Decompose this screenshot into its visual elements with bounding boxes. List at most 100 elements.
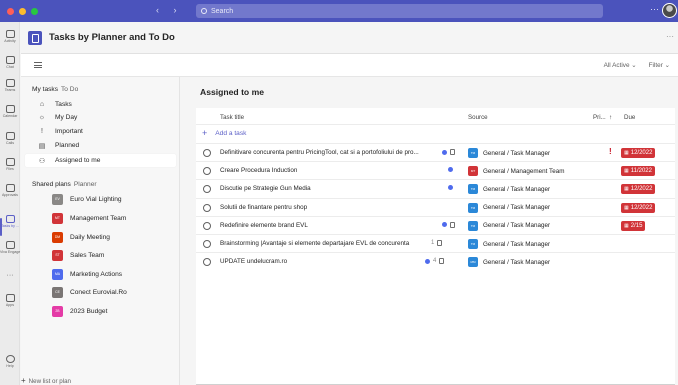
minimize-window-button[interactable] [19, 7, 26, 15]
task-title[interactable]: Brainstorming |Avantaje si elemente depa… [220, 240, 435, 247]
source-label: General / Management Team [483, 167, 565, 175]
task-title[interactable]: Solutii de finantare pentru shop [220, 204, 435, 211]
table-row[interactable]: Definitivare concurenta pentru PricingTo… [196, 143, 675, 161]
rail-item-phone[interactable]: Calls [0, 132, 20, 145]
rail-item-more-apps[interactable]: ··· [0, 272, 20, 279]
plus-icon: + [21, 376, 26, 385]
filter-dropdown[interactable]: Filter ⌄ [649, 61, 670, 69]
all-active-dropdown[interactable]: All Active ⌄ [604, 61, 637, 69]
table-row[interactable]: Redefinire elemente brand EVL TM General /… [196, 215, 675, 234]
due-date-text: 12/2022 [630, 204, 653, 211]
calendar-icon: ▦ [624, 222, 629, 229]
sort-arrow-icon[interactable]: ↑ [609, 114, 612, 121]
complete-task-checkbox[interactable] [203, 240, 211, 248]
plus-icon: + [202, 128, 208, 138]
plan-item-sales-team[interactable]: ST Sales Team [25, 247, 176, 263]
column-due[interactable]: Due [624, 114, 635, 121]
task-source[interactable]: TM General / Task Manager [468, 148, 550, 158]
plan-item-marketing-actions[interactable]: MA Marketing Actions [25, 266, 176, 282]
complete-task-checkbox[interactable] [203, 221, 211, 230]
plan-item-daily-meeting[interactable]: DM Daily Meeting [25, 229, 176, 245]
rail-item-teams[interactable]: Teams [0, 79, 20, 92]
side-item-assigned-to-me[interactable]: ⚇ Assigned to me [25, 154, 176, 167]
plan-tile-icon: 2B [52, 305, 63, 317]
side-item-tasks[interactable]: ⌂ Tasks [25, 98, 176, 111]
table-row[interactable]: Brainstorming |Avantaje si elemente depa… [196, 234, 675, 252]
table-row[interactable]: Discutie pe Strategie Gun Media TM General… [196, 179, 675, 197]
complete-task-checkbox[interactable] [203, 149, 211, 157]
due-date-badge: ▦ 2/15 [621, 220, 646, 231]
task-source[interactable]: MT General / Management Team [468, 166, 565, 177]
task-source[interactable]: TM General / Task Manager [468, 202, 551, 213]
source-label: General / Task Manager [483, 240, 551, 248]
add-task-button[interactable]: + Add a task [202, 128, 246, 138]
column-source[interactable]: Source [468, 114, 488, 121]
rail-item-tasks[interactable]: Tasks by ... [0, 215, 20, 228]
task-title[interactable]: Redefinire elemente brand EVL [220, 222, 435, 229]
task-title[interactable]: Discutie pe Strategie Gun Media [220, 185, 435, 192]
back-forward-icon[interactable]: ‹ › [156, 5, 183, 15]
more-icon[interactable]: ··· [666, 32, 674, 41]
side-item-label: My Day [55, 114, 78, 121]
side-item-my-day[interactable]: ☼ My Day [25, 111, 176, 124]
toolbar: All Active ⌄ Filter ⌄ [21, 54, 678, 77]
complete-task-checkbox[interactable] [203, 203, 211, 212]
plan-label: Daily Meeting [70, 233, 110, 241]
table-row[interactable]: Creare Procedura Induction MT General / Ma… [196, 161, 675, 179]
rail-item-help[interactable]: Help [0, 355, 20, 368]
task-source[interactable]: TM General / Task Manager [468, 239, 550, 249]
rail-item-chat[interactable]: Chat [0, 56, 20, 69]
bell-icon [5, 30, 15, 38]
task-title[interactable]: Definitivare concurenta pentru PricingTo… [220, 149, 435, 156]
chat-icon [5, 56, 15, 64]
side-item-important[interactable]: ! Important [25, 125, 176, 138]
rail-item-file[interactable]: Files [0, 158, 20, 171]
plan-item-conect-eurovial-ro[interactable]: CE Conect Eurovial.Ro [25, 284, 176, 300]
task-source[interactable]: TM General / Task Manager [468, 184, 550, 195]
plan-tile-icon: TM [468, 184, 478, 195]
plan-item-2023-budget[interactable]: 2B 2023 Budget [25, 303, 176, 319]
table-row[interactable]: UPDATE undelucram.ro 4 MM General / Task Ma… [196, 252, 675, 270]
menu-toggle-icon[interactable] [34, 62, 42, 68]
rail-item-viva-engage[interactable]: Viva Engage [0, 241, 20, 254]
plan-item-management-team[interactable]: MT Management Team [25, 210, 176, 226]
important-icon: ! [41, 128, 43, 135]
close-window-button[interactable] [7, 7, 14, 15]
table-row[interactable]: Solutii de finantare pentru shop TM Genera… [196, 197, 675, 216]
column-task-title[interactable]: Task title [220, 114, 244, 121]
main-content: Assigned to me Task title Source Pri... … [181, 77, 678, 385]
task-title[interactable]: Creare Procedura Induction [220, 167, 435, 174]
search-icon [201, 8, 207, 14]
side-item-label: Assigned to me [55, 157, 101, 164]
complete-task-checkbox[interactable] [203, 185, 211, 194]
search-input[interactable]: Search [196, 4, 603, 18]
side-item-planned[interactable]: ▤ Planned [25, 139, 176, 152]
progress-icon [448, 185, 453, 191]
search-placeholder: Search [211, 7, 234, 15]
rail-item-bell[interactable]: Activity [0, 30, 20, 43]
task-indicators [448, 167, 453, 173]
page-title: Assigned to me [200, 87, 264, 97]
plan-label: Sales Team [70, 251, 105, 259]
new-list-button[interactable]: + New list or plan [21, 376, 71, 385]
rail-item-approvals[interactable]: Approvals [0, 184, 20, 197]
title-bar: ‹ › Search ··· [0, 0, 678, 22]
complete-task-checkbox[interactable] [203, 167, 211, 176]
rail-item-apps[interactable]: Apps [0, 294, 20, 307]
calendar-icon: ▤ [38, 142, 46, 150]
plan-tile-icon: DM [52, 231, 63, 243]
settings-more-icon[interactable]: ··· [650, 4, 659, 14]
task-source[interactable]: MM General / Task Manager [468, 257, 550, 268]
rail-item-calendar[interactable]: Calendar [0, 105, 20, 118]
progress-icon [448, 167, 453, 173]
plan-item-euro-vial-lighting[interactable]: EV Euro Vial Lighting [25, 191, 176, 207]
source-label: General / Task Manager [483, 204, 551, 212]
maximize-window-button[interactable] [31, 7, 38, 15]
task-title[interactable]: UPDATE undelucram.ro [220, 258, 435, 265]
avatar[interactable] [662, 3, 677, 18]
complete-task-checkbox[interactable] [203, 258, 211, 267]
task-source[interactable]: TM General / Task Manager [468, 220, 550, 231]
rail-label: ··· [6, 272, 14, 279]
column-priority[interactable]: Pri... [593, 114, 606, 121]
active-rail-indicator [0, 218, 2, 236]
